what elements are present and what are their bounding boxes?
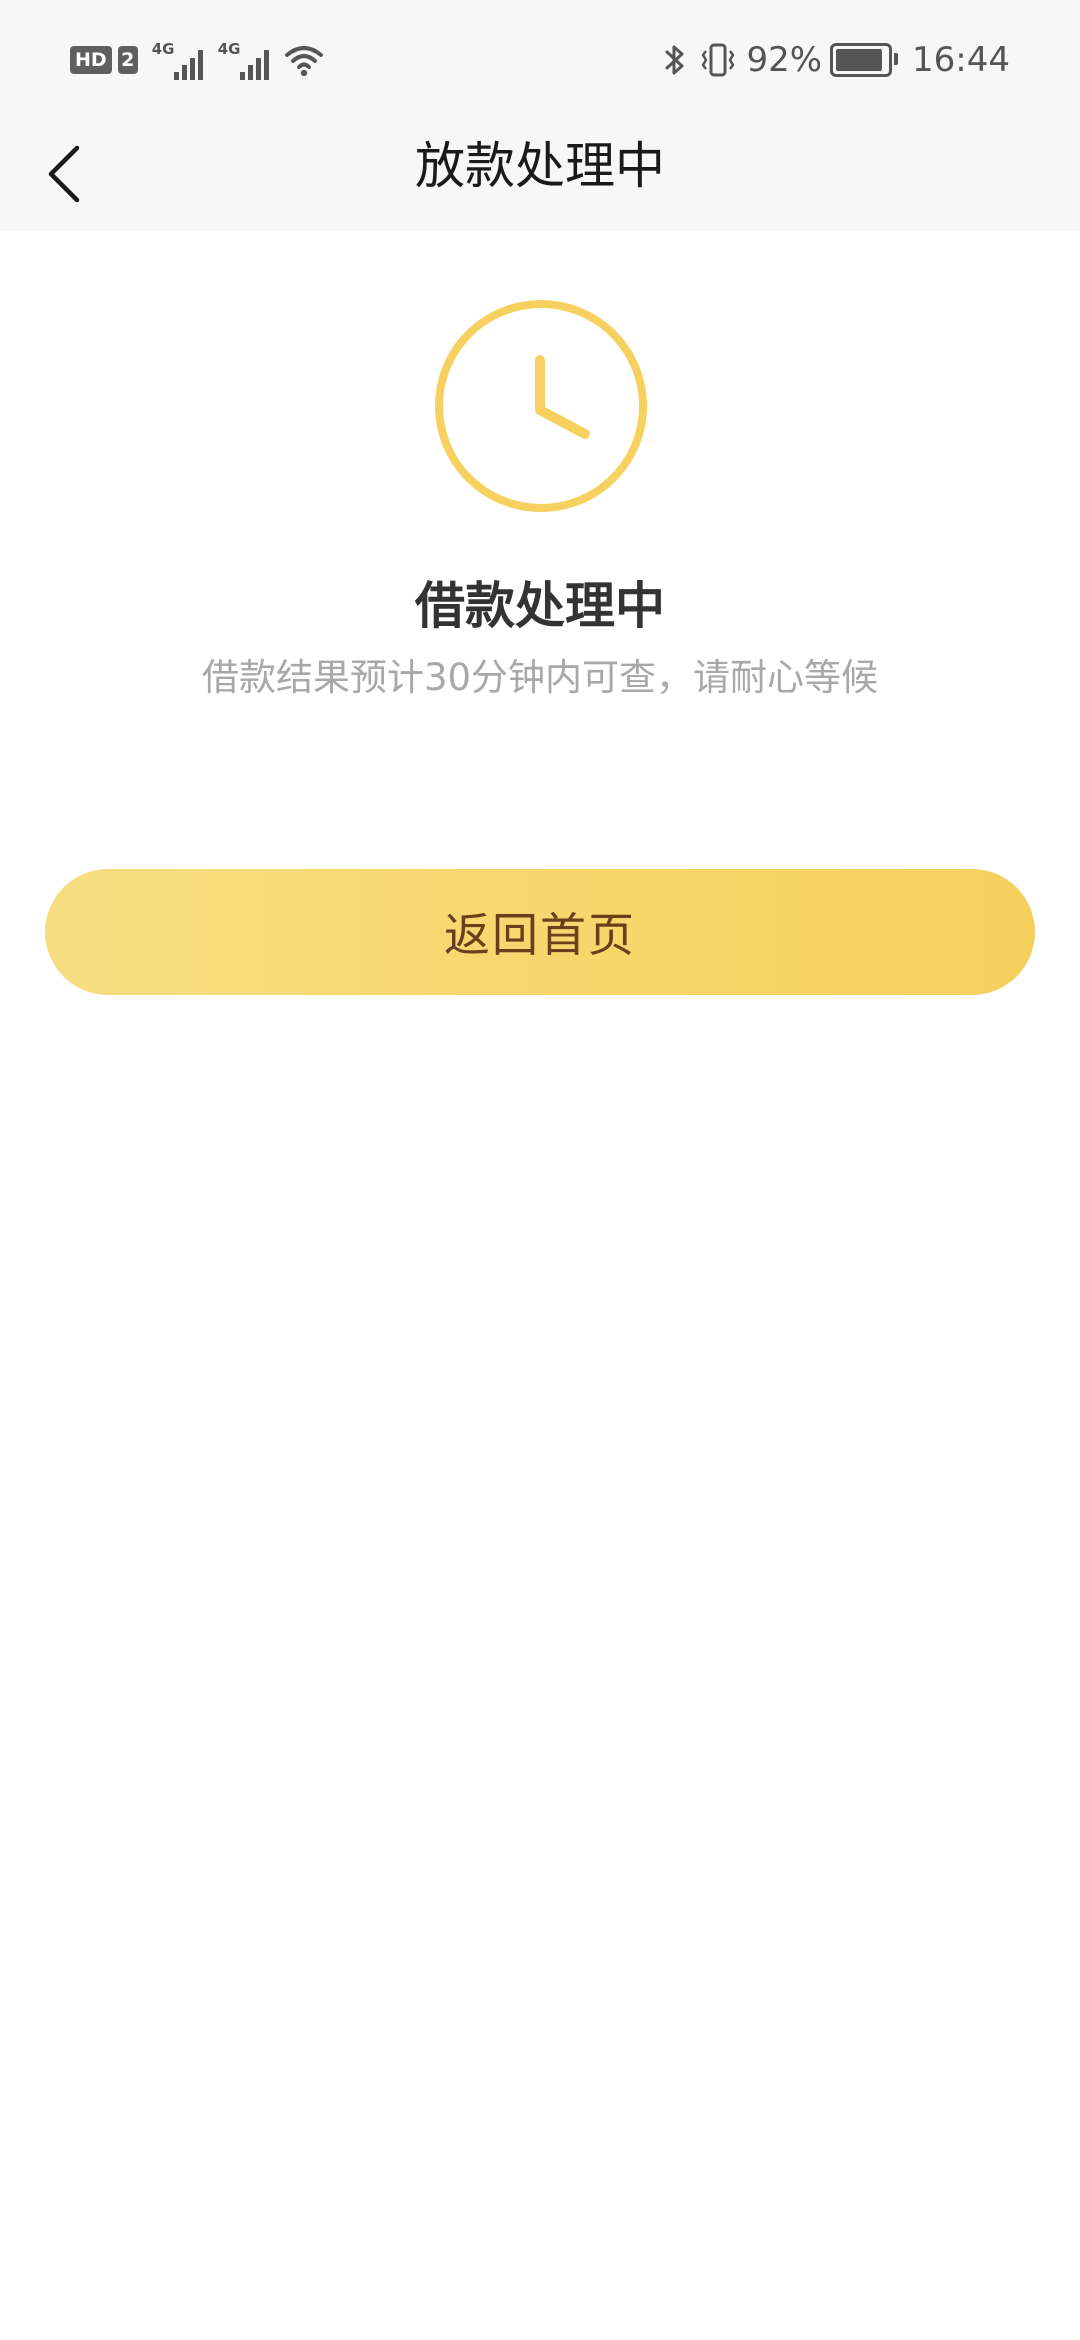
- battery-percent: 92%: [746, 40, 823, 80]
- chevron-left-icon: [48, 145, 80, 203]
- status-description: 借款结果预计30分钟内可查，请耐心等候: [201, 656, 879, 699]
- sim-badge: 2: [117, 46, 138, 74]
- network-type-2: 4G: [217, 40, 241, 58]
- back-button[interactable]: [30, 134, 100, 214]
- bluetooth-icon: [664, 42, 686, 78]
- battery-icon: [830, 43, 899, 77]
- hd-badge: HD: [70, 46, 112, 74]
- back-to-home-label: 返回首页: [444, 908, 636, 962]
- status-bar: HD 2 4G 4G 92% 16:44: [0, 0, 1080, 120]
- network-type-1: 4G: [151, 40, 175, 58]
- wifi-icon: [284, 43, 324, 77]
- signal-icon: 4G: [152, 40, 206, 80]
- back-to-home-button[interactable]: 返回首页: [45, 869, 1035, 995]
- status-title: 借款处理中: [415, 577, 665, 635]
- screen: HD 2 4G 4G 92% 16:44 放款处理中 借款处理中 借款结果预计3…: [0, 0, 1080, 2340]
- clock-icon: [433, 298, 649, 514]
- vibrate-icon: [698, 42, 738, 78]
- status-bar-right: 92% 16:44: [664, 36, 1010, 84]
- clock-time: 16:44: [912, 40, 1010, 80]
- nav-bar: 放款处理中: [0, 120, 1080, 231]
- page-title: 放款处理中: [415, 137, 665, 195]
- status-bar-left: HD 2 4G 4G: [70, 38, 324, 82]
- battery-level: [836, 49, 883, 71]
- signal-icon-2: 4G: [218, 40, 272, 80]
- header-area: HD 2 4G 4G 92% 16:44 放款处理中: [0, 0, 1080, 231]
